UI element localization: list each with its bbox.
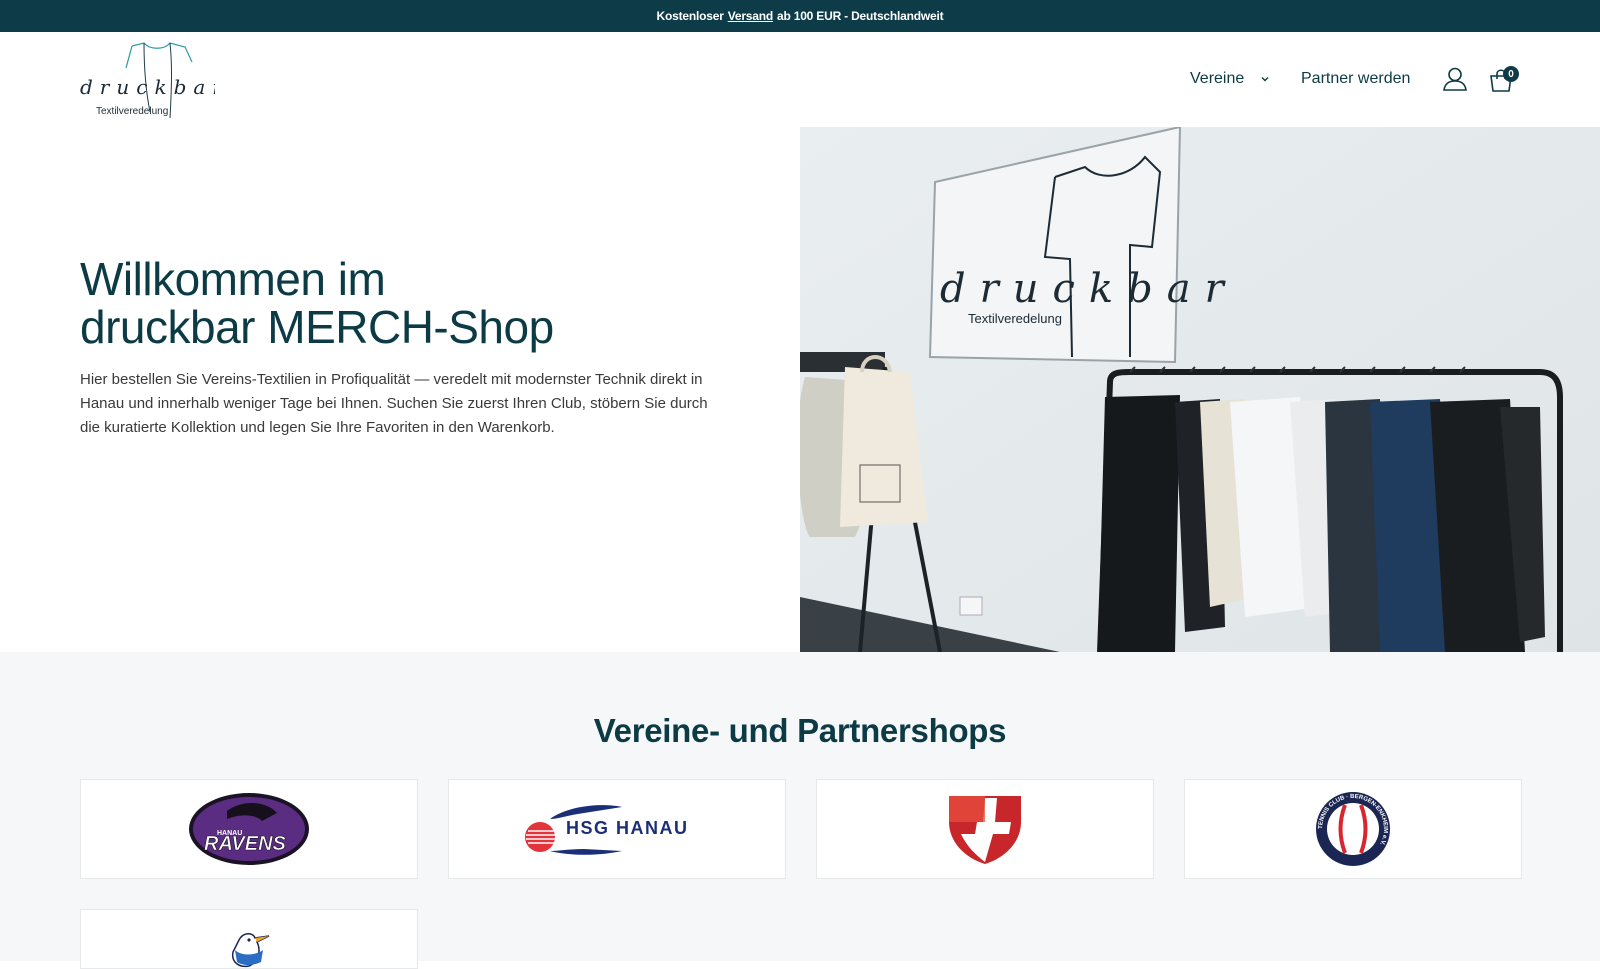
announcement-prefix: Kostenloser [656, 9, 724, 23]
hsg-logo-text: HSG HANAU [566, 818, 689, 838]
account-icon[interactable] [1442, 66, 1468, 92]
hanau-ravens-logo: HANAU RAVENS [189, 793, 309, 865]
bird-mascot-logo [231, 933, 270, 968]
announcement-bar: Kostenloser Versand ab 100 EUR - Deutsch… [0, 0, 1600, 32]
hero-image: druckbar Textilveredelung [800, 127, 1600, 652]
sign-logo-subtext: Textilveredelung [968, 311, 1062, 326]
announcement-shipping-link[interactable]: Versand [728, 9, 773, 23]
shop-card-club-3[interactable] [816, 779, 1154, 879]
red-shield-logo [949, 796, 1021, 864]
shops-title: Vereine- und Partnershops [593, 712, 1007, 749]
showroom-photo: druckbar Textilveredelung [800, 127, 1600, 652]
logo-graphic: druckbar Textilveredelung [80, 42, 222, 119]
shop-card-hsg-hanau[interactable]: HSG HANAU [448, 779, 786, 879]
svg-text:Textilveredelung: Textilveredelung [96, 106, 168, 117]
tennis-club-logo: TENNIS CLUB · BERGEN-ENKHEIM e.V. [1316, 792, 1390, 866]
shops-section: Vereine- und Partnershops HANAU RAVENS H… [0, 652, 1600, 969]
shop-card-club-5[interactable] [80, 909, 418, 969]
hero-title-line1: Willkommen im [80, 253, 386, 305]
shop-card-hanau-ravens[interactable]: HANAU RAVENS [80, 779, 418, 879]
nav-vereine[interactable]: Vereine [1190, 70, 1244, 88]
ravens-logo-text: RAVENS [204, 833, 287, 855]
site-logo[interactable]: druckbar Textilveredelung [80, 42, 222, 120]
hero-title-line2: druckbar MERCH-Shop [80, 301, 554, 353]
hero-description: Hier bestellen Sie Vereins-Textilien in … [80, 371, 708, 436]
sign-logo-text: druckbar [940, 266, 1238, 312]
cart-count-badge: 0 [1503, 66, 1519, 82]
hero-section: Willkommen im druckbar MERCH-Shop Hier b… [0, 127, 1600, 652]
hsg-hanau-logo: HSG HANAU [525, 805, 689, 855]
chevron-down-icon[interactable] [1260, 74, 1270, 84]
svg-text:druckbar: druckbar [80, 75, 215, 99]
hero-title: Willkommen im druckbar MERCH-Shop [80, 255, 760, 351]
nav-partner-werden[interactable]: Partner werden [1301, 70, 1410, 88]
announcement-suffix: ab 100 EUR - Deutschlandweit [777, 9, 944, 23]
site-header: druckbar Textilveredelung Vereine Partne… [0, 32, 1600, 127]
shop-card-tc-bergen-enkheim[interactable]: TENNIS CLUB · BERGEN-ENKHEIM e.V. [1184, 779, 1522, 879]
